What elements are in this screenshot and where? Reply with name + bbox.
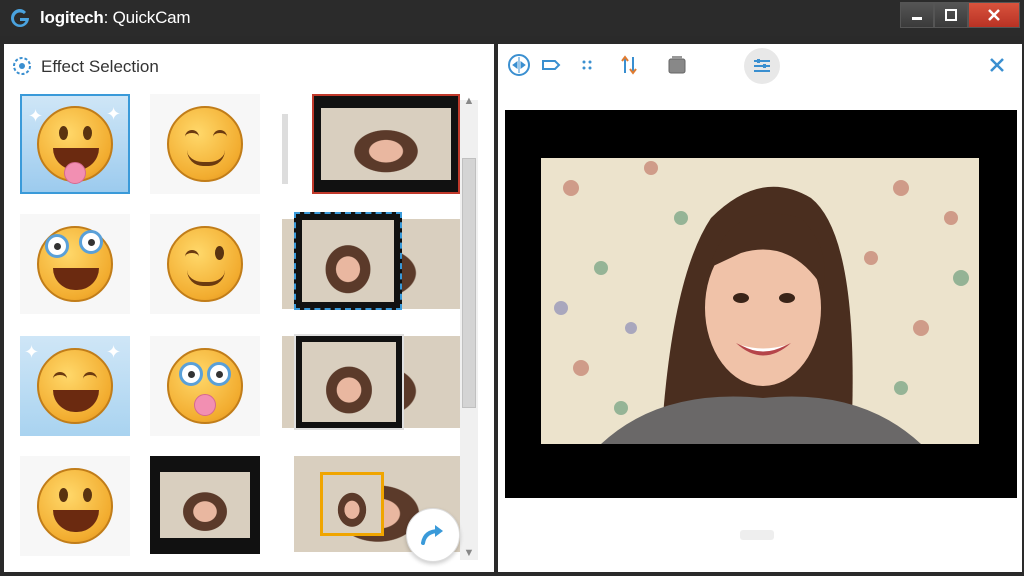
effect-tile-photo-frame[interactable]: [150, 456, 260, 554]
emoji-smile: [167, 106, 243, 182]
emoji-goggles: [167, 348, 243, 424]
effect-selection-title: Effect Selection: [41, 57, 159, 76]
grid-button[interactable]: [572, 50, 602, 80]
card-icon: [668, 56, 686, 74]
effect-tile-tongue-sparkle[interactable]: ✦ ✦: [20, 94, 130, 194]
emoji-googly: [37, 226, 113, 302]
logitech-g-icon: [11, 9, 29, 27]
mirror-button[interactable]: [504, 50, 534, 80]
scroll-up-icon[interactable]: ▲: [462, 94, 476, 108]
close-icon: [990, 58, 1004, 72]
effect-tile-partial: [282, 114, 288, 184]
effect-selection-panel: Effect Selection ✦ ✦ ✦ ✦ ▲ ▼: [4, 44, 494, 572]
sparkle-icon: ✦: [28, 106, 44, 126]
sliders-icon: [754, 59, 770, 72]
rotate-button[interactable]: [614, 50, 644, 80]
webcam-image: [541, 158, 979, 444]
sparkle-icon: ✦: [106, 342, 122, 362]
sparkle-icon: ✦: [106, 104, 122, 124]
arrow-right-icon: [421, 525, 443, 545]
next-button[interactable]: [406, 508, 460, 562]
dots-icon: [582, 60, 592, 70]
window-title: logitech: QuickCam: [40, 8, 191, 27]
emoji-tongue: [37, 106, 113, 184]
minimize-icon: [912, 17, 922, 20]
title-bar: logitech: QuickCam: [0, 0, 1024, 36]
emoji-laugh: [37, 468, 113, 544]
rotate-icon: [621, 55, 637, 75]
close-window-button[interactable]: [968, 2, 1020, 28]
effect-selection-header: Effect Selection: [4, 44, 494, 88]
mirror-icon: [508, 54, 530, 76]
effect-tile-goggles-tongue[interactable]: [150, 336, 260, 436]
scrollbar-thumb[interactable]: [462, 158, 476, 408]
plain-photo: [302, 342, 396, 422]
close-icon: [988, 9, 1000, 21]
frame-photo: [321, 108, 451, 180]
effect-tile-wink-blush[interactable]: [150, 214, 260, 314]
preview-toolbar: [498, 44, 1022, 88]
mask-photo: [323, 475, 381, 533]
drawer-handle[interactable]: [740, 530, 774, 540]
flip-icon: [542, 60, 561, 70]
highlighted-photo: [302, 220, 394, 302]
emoji-wink: [167, 226, 243, 302]
flip-button[interactable]: [536, 50, 566, 80]
adjustments-button[interactable]: [744, 48, 780, 84]
effect-tile-face-mask[interactable]: [320, 472, 384, 536]
emoji-wink-laugh: [37, 348, 113, 424]
framed-photo: [160, 472, 250, 538]
gear-icon: [13, 57, 31, 75]
scroll-down-icon[interactable]: ▼: [462, 546, 476, 560]
preview-panel: [498, 44, 1022, 572]
maximize-button[interactable]: [934, 2, 968, 28]
webcam-photo: [541, 158, 979, 444]
sparkle-icon: ✦: [24, 342, 40, 362]
snapshot-button[interactable]: [662, 50, 692, 80]
effect-tile-frame-selected[interactable]: [312, 94, 460, 194]
webcam-preview: [505, 110, 1017, 498]
effect-tile-laugh[interactable]: [20, 456, 130, 556]
effect-tile-photo-plain[interactable]: [294, 334, 404, 430]
effect-tile-photo-highlighted[interactable]: [294, 212, 402, 310]
effect-tile-smile[interactable]: [150, 94, 260, 194]
app-window: logitech: QuickCam Effect Selection ✦ ✦ …: [0, 0, 1024, 576]
close-panel-button[interactable]: [982, 50, 1012, 80]
effect-tile-googly-eyes[interactable]: [20, 214, 130, 314]
maximize-icon: [945, 9, 957, 21]
minimize-button[interactable]: [900, 2, 934, 28]
effect-tile-wink-sparkle[interactable]: ✦ ✦: [20, 336, 130, 436]
